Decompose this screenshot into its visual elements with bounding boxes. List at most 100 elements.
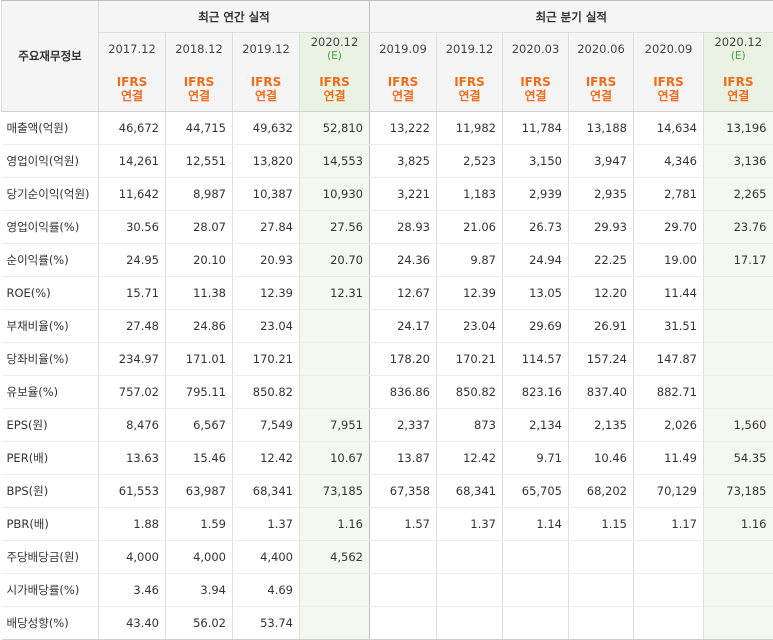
- value-cell: 836.86: [369, 375, 437, 409]
- table-body: 매출액(억원) 46,672 44,715 49,632 52,810 13,222 11,…: [1, 111, 773, 640]
- value-cell: 20.10: [165, 243, 233, 277]
- value-cell: 8,476: [98, 408, 166, 442]
- value-cell: 882.71: [633, 375, 704, 409]
- table-row: 주당배당금(원) 4,000 4,000 4,400 4,562: [1, 540, 773, 574]
- ifrs-standard: IFRS: [454, 74, 485, 89]
- value-cell: 1.14: [502, 507, 569, 541]
- value-cell: [633, 606, 704, 640]
- table-row: 부채비율(%) 27.48 24.86 23.04 24.17 23.04 29.69 26.…: [1, 309, 773, 343]
- ifrs-consolidated: 연결: [727, 88, 750, 103]
- period-header: 2018.12: [165, 32, 233, 66]
- ifrs-standard: IFRS: [116, 74, 148, 89]
- row-label: 배당성향(%): [1, 606, 99, 640]
- value-cell: 234.97: [98, 342, 166, 376]
- value-cell: [299, 375, 370, 409]
- value-cell: 10.46: [568, 441, 634, 475]
- ifrs-label: IFRS 연결: [502, 66, 569, 112]
- row-label: 당기순이익(억원): [1, 177, 99, 211]
- annual-group-label: 최근 연간 실적: [98, 0, 370, 33]
- value-cell: [436, 540, 503, 574]
- value-cell: 795.11: [165, 375, 233, 409]
- period-header: 2017.12: [98, 32, 166, 66]
- ifrs-consolidated: 연결: [458, 88, 481, 103]
- ifrs-standard: IFRS: [319, 74, 350, 89]
- value-cell: 24.95: [98, 243, 166, 277]
- value-cell: 1.15: [568, 507, 634, 541]
- value-cell: [436, 573, 503, 607]
- value-cell: 9.87: [436, 243, 503, 277]
- ifrs-consolidated: 연결: [254, 88, 278, 103]
- value-cell: 70,129: [633, 474, 704, 508]
- value-cell: 23.76: [703, 210, 773, 244]
- row-label: 영업이익(억원): [1, 144, 99, 178]
- value-cell: 53.74: [232, 606, 300, 640]
- value-cell: [703, 606, 773, 640]
- ifrs-standard: IFRS: [520, 74, 551, 89]
- value-cell: 19.00: [633, 243, 704, 277]
- value-cell: 12,551: [165, 144, 233, 178]
- value-cell: 14,634: [633, 111, 704, 145]
- period-header: 2020.12 (E): [299, 32, 370, 66]
- value-cell: 15.71: [98, 276, 166, 310]
- value-cell: 24.36: [369, 243, 437, 277]
- period-header: 2020.09: [633, 32, 704, 66]
- ifrs-label: IFRS 연결: [568, 66, 634, 112]
- period-label: 2020.12: [714, 35, 763, 49]
- value-cell: 11.49: [633, 441, 704, 475]
- period-header: 2019.12: [232, 32, 300, 66]
- period-header: 2019.09: [369, 32, 437, 66]
- value-cell: 3,221: [369, 177, 437, 211]
- row-label: 순이익률(%): [1, 243, 99, 277]
- value-cell: [568, 573, 634, 607]
- value-cell: 4.69: [232, 573, 300, 607]
- ifrs-label: IFRS 연결: [369, 66, 437, 112]
- estimate-marker: (E): [730, 50, 746, 62]
- value-cell: [703, 375, 773, 409]
- value-cell: 15.46: [165, 441, 233, 475]
- value-cell: 170.21: [232, 342, 300, 376]
- value-cell: 2,135: [568, 408, 634, 442]
- value-cell: 63,987: [165, 474, 233, 508]
- value-cell: 13,188: [568, 111, 634, 145]
- ifrs-consolidated: 연결: [657, 88, 680, 103]
- estimate-marker: (E): [327, 50, 342, 62]
- value-cell: 12.39: [232, 276, 300, 310]
- ifrs-consolidated: 연결: [120, 88, 144, 103]
- value-cell: 14,261: [98, 144, 166, 178]
- value-cell: 850.82: [232, 375, 300, 409]
- value-cell: 44,715: [165, 111, 233, 145]
- period-header: 2020.03: [502, 32, 569, 66]
- period-label: 2020.03: [511, 42, 560, 56]
- value-cell: 67,358: [369, 474, 437, 508]
- value-cell: 3.46: [98, 573, 166, 607]
- value-cell: 26.91: [568, 309, 634, 343]
- row-label: 당좌비율(%): [1, 342, 99, 376]
- value-cell: [633, 573, 704, 607]
- value-cell: 29.70: [633, 210, 704, 244]
- period-header: 2020.06: [568, 32, 634, 66]
- value-cell: [568, 606, 634, 640]
- ifrs-standard: IFRS: [722, 74, 754, 89]
- ifrs-consolidated: 연결: [187, 88, 211, 103]
- value-cell: 12.39: [436, 276, 503, 310]
- value-cell: 21.06: [436, 210, 503, 244]
- financial-summary-table: 주요재무정보 최근 연간 실적 최근 분기 실적 2017.12 2018.12 2…: [1, 0, 773, 640]
- table-row: 유보율(%) 757.02 795.11 850.82 836.86 850.82 823.…: [1, 375, 773, 409]
- value-cell: 73,185: [703, 474, 773, 508]
- period-label: 2018.12: [175, 42, 223, 56]
- value-cell: 4,346: [633, 144, 704, 178]
- value-cell: 13.05: [502, 276, 569, 310]
- corner-label: 주요재무정보: [1, 0, 99, 112]
- value-cell: 11,642: [98, 177, 166, 211]
- value-cell: 24.17: [369, 309, 437, 343]
- value-cell: 11,982: [436, 111, 503, 145]
- ifrs-label: IFRS 연결: [232, 66, 300, 112]
- row-label: PER(배): [1, 441, 99, 475]
- period-row: 2017.12 2018.12 2019.12 2020.12 (E) 2019.09 20…: [2, 32, 773, 66]
- value-cell: 12.42: [436, 441, 503, 475]
- value-cell: 178.20: [369, 342, 437, 376]
- ifrs-consolidated: 연결: [323, 88, 346, 103]
- ifrs-standard: IFRS: [183, 74, 215, 89]
- value-cell: 10,930: [299, 177, 370, 211]
- value-cell: 2,134: [502, 408, 569, 442]
